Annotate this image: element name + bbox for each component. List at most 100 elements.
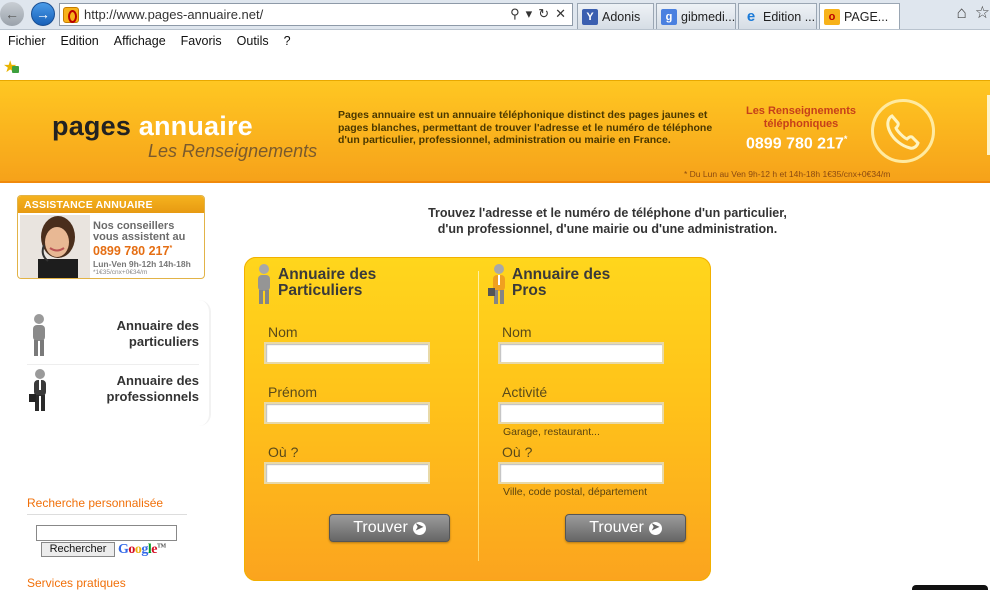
button-label: Trouver <box>589 519 644 536</box>
assistance-rate: *1€35/cnx+0€34/m <box>93 269 148 276</box>
menu-item-fichier[interactable]: Fichier <box>8 34 46 48</box>
add-favorite-icon[interactable]: ★ <box>3 57 20 77</box>
nom-label: Nom <box>268 324 298 340</box>
trouver-particulier-button[interactable]: Trouver ➤ <box>329 514 450 542</box>
divider <box>27 514 187 515</box>
search-icon[interactable]: ⚲ <box>510 6 520 22</box>
arrow-right-icon: ➤ <box>412 521 426 535</box>
title-line-1: Annuaire des <box>512 266 611 283</box>
ie-icon: e <box>746 8 756 25</box>
logo-trademark: TM <box>157 543 166 550</box>
logo-accent-text: annuaire <box>138 111 253 141</box>
assistance-line-2: vous assistent au <box>93 231 186 243</box>
person-icon <box>254 263 274 312</box>
assistant-photo <box>20 215 90 278</box>
refresh-icon[interactable]: ↻ <box>538 6 549 22</box>
side-menu: Annuaire des particuliers Annuaire des p… <box>17 300 211 426</box>
prenom-label: Prénom <box>268 384 318 400</box>
google-icon: g <box>661 8 677 25</box>
activite-hint: Garage, restaurant... <box>503 426 600 438</box>
particulier-nom-input[interactable] <box>264 342 430 364</box>
google-search-button[interactable]: Rechercher <box>41 542 115 557</box>
menu-bar: Fichier Edition Affichage Favoris Outils… <box>0 30 990 52</box>
logo-tagline: Les Renseignements <box>148 141 318 161</box>
yahoo-icon: Y <box>582 8 598 25</box>
tab-label: Edition ... <box>763 9 816 24</box>
home-icon[interactable]: ⌂ <box>956 3 966 23</box>
tab-edition[interactable]: e Edition ... <box>738 3 817 29</box>
site-favicon-icon: o <box>824 8 840 25</box>
sidebar-item-particuliers[interactable]: Annuaire des particuliers <box>27 310 199 362</box>
menu-item-affichage[interactable]: Affichage <box>114 34 166 48</box>
back-arrow-icon: ← <box>5 6 19 22</box>
pros-title: Annuaire des Pros <box>512 267 610 299</box>
forward-arrow-icon: → <box>36 6 50 22</box>
assistance-box[interactable]: ASSISTANCE ANNUAIRE Nos conseillers vous… <box>17 195 205 279</box>
person-icon <box>29 313 49 362</box>
nom-label: Nom <box>502 324 532 340</box>
pro-nom-input[interactable] <box>498 342 664 364</box>
sidebar-item-label: Annuaire des professionnels <box>107 373 199 405</box>
site-logo[interactable]: pages annuaire <box>52 111 253 142</box>
intro-line-1: Trouvez l'adresse et le numéro de téléph… <box>428 206 787 220</box>
site-header: pages annuaire Les Renseignements Pages … <box>0 80 990 183</box>
assistance-title: ASSISTANCE ANNUAIRE <box>18 196 204 213</box>
search-panel: Annuaire des Particuliers Nom Prénom Où … <box>244 257 711 581</box>
back-button[interactable]: ← <box>0 2 24 26</box>
tab-close-icon[interactable]: ✕ <box>898 10 899 24</box>
tab-label: gibmedi... <box>681 9 736 24</box>
ou-label: Où ? <box>268 444 299 460</box>
forward-button[interactable]: → <box>31 2 55 26</box>
businessman-icon <box>29 368 51 417</box>
trouver-pro-button[interactable]: Trouver ➤ <box>565 514 686 542</box>
logo-text: pages <box>52 111 139 141</box>
header-phone-label: Les Renseignements téléphoniques <box>745 105 857 130</box>
services-pratiques-link[interactable]: Services pratiques <box>27 576 126 590</box>
pro-ou-input[interactable] <box>498 462 664 484</box>
pro-activite-input[interactable] <box>498 402 664 424</box>
ou-label: Où ? <box>502 444 533 460</box>
star-icon[interactable]: ☆ <box>975 3 990 23</box>
tab-label: Adonis <box>602 9 641 24</box>
close-icon[interactable]: ✕ <box>555 6 566 22</box>
sidebar-label-line-2: particuliers <box>128 334 199 349</box>
particulier-prenom-input[interactable] <box>264 402 430 424</box>
custom-search-label: Recherche personnalisée <box>27 496 164 510</box>
particulier-ou-input[interactable] <box>264 462 430 484</box>
menu-item-help[interactable]: ? <box>284 34 291 48</box>
address-bar[interactable]: http://www.pages-annuaire.net/ ⚲ ▾ ↻ ✕ <box>59 3 573 26</box>
browser-toolbar: ← → http://www.pages-annuaire.net/ ⚲ ▾ ↻… <box>0 0 990 30</box>
dropdown-icon[interactable]: ▾ <box>526 6 533 22</box>
button-label: Trouver <box>353 519 408 536</box>
assistance-hours: Lun-Ven 9h-12h 14h-18h <box>93 259 191 269</box>
arrow-right-icon: ➤ <box>648 521 662 535</box>
sidebar-label-line-2: professionnels <box>106 389 199 404</box>
pros-section: Annuaire des Pros Nom Activité Garage, r… <box>478 257 712 581</box>
site-favicon-icon <box>63 7 79 23</box>
ou-hint: Ville, code postal, département <box>503 486 647 498</box>
phone-number-text: 0899 780 217 <box>746 135 844 153</box>
assistance-phone-number: 0899 780 217 <box>93 244 170 258</box>
google-search-input[interactable] <box>36 525 177 541</box>
phone-icon <box>871 99 935 163</box>
intro-line-2: d'un professionnel, d'une mairie ou d'un… <box>437 222 778 236</box>
businessman-icon <box>488 263 510 312</box>
menu-item-favoris[interactable]: Favoris <box>181 34 222 48</box>
title-line-2: Particuliers <box>278 282 363 299</box>
sidebar-label-line-1: Annuaire des <box>116 318 199 333</box>
phone-star: * <box>843 134 848 144</box>
main-intro: Trouvez l'adresse et le numéro de téléph… <box>400 205 815 237</box>
tab-gibmedi[interactable]: g gibmedi... <box>656 3 736 29</box>
bottom-edge-element <box>912 585 988 590</box>
tab-pages-annuaire[interactable]: o PAGE... ✕ <box>819 3 900 29</box>
header-phone-note: * Du Lun au Ven 9h-12 h et 14h-18h 1€35/… <box>684 169 891 179</box>
address-url[interactable]: http://www.pages-annuaire.net/ <box>84 7 263 22</box>
menu-item-outils[interactable]: Outils <box>237 34 269 48</box>
particuliers-title: Annuaire des Particuliers <box>278 267 376 299</box>
menu-item-edition[interactable]: Edition <box>61 34 99 48</box>
logo-letter: G <box>118 542 129 557</box>
sidebar-item-professionnels[interactable]: Annuaire des professionnels <box>27 364 199 416</box>
title-line-1: Annuaire des <box>278 266 377 283</box>
sidebar-item-label: Annuaire des particuliers <box>117 318 199 350</box>
tab-adonis[interactable]: Y Adonis <box>577 3 654 29</box>
